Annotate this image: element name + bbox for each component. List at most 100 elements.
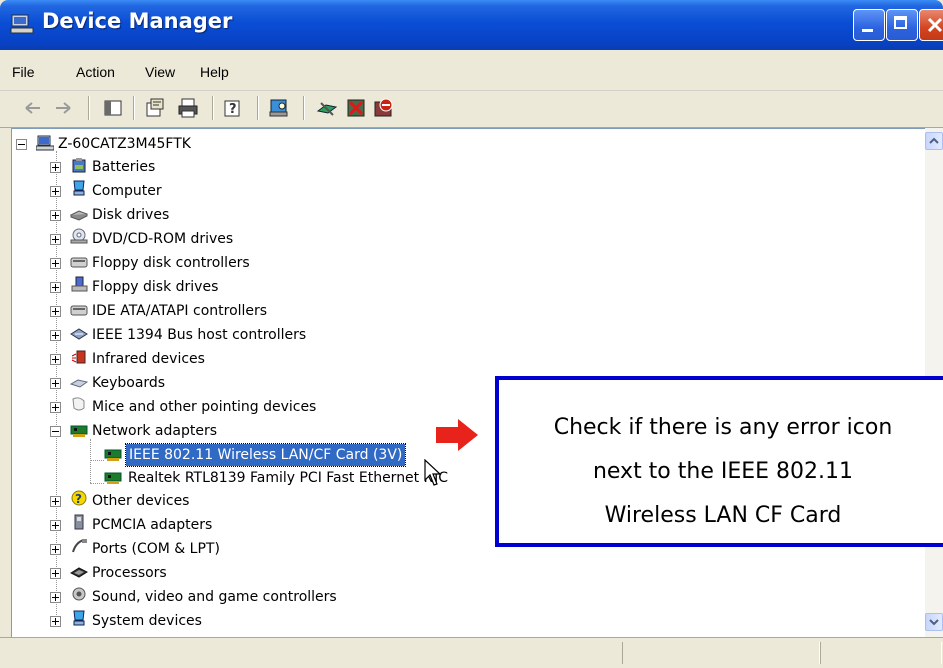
expand-toggle[interactable] [50, 210, 61, 221]
expand-toggle[interactable] [50, 234, 61, 245]
expand-toggle[interactable] [50, 592, 61, 603]
category-label: Keyboards [92, 375, 166, 391]
disk-drive-icon [70, 210, 88, 221]
scroll-up-button[interactable] [925, 132, 943, 150]
annotation-callout: Check if there is any error icon next to… [495, 376, 943, 547]
processor-icon [70, 567, 88, 578]
device-label-selected: IEEE 802.11 Wireless LAN/CF Card (3V) [124, 443, 407, 467]
toolbar-separator [212, 96, 214, 120]
toolbar: ? [0, 91, 943, 128]
category-label: PCMCIA adapters [92, 517, 213, 533]
menu-action[interactable]: Action [76, 64, 115, 80]
expand-toggle[interactable] [50, 354, 61, 365]
chevron-up-icon [929, 137, 939, 144]
minimize-button[interactable] [853, 9, 885, 41]
expand-toggle[interactable] [50, 306, 61, 317]
category-label: Infrared devices [92, 351, 205, 367]
svg-text:?: ? [75, 492, 82, 506]
tree-connector [90, 483, 104, 484]
help-icon[interactable]: ? [222, 97, 244, 119]
category-label: Ports (COM & LPT) [92, 541, 220, 557]
toolbar-separator [88, 96, 90, 120]
computer-name: Z-60CATZ3M45FTK [58, 136, 191, 152]
category-label: Mice and other pointing devices [92, 399, 317, 415]
computer-icon [10, 14, 34, 34]
expand-toggle[interactable] [50, 402, 61, 413]
expand-toggle[interactable] [50, 616, 61, 627]
expand-toggle[interactable] [50, 330, 61, 341]
mouse-cursor-icon [424, 459, 442, 486]
category-label: System devices [92, 613, 202, 629]
category-label: IEEE 1394 Bus host controllers [92, 327, 307, 343]
expand-toggle[interactable] [50, 568, 61, 579]
maximize-button[interactable] [886, 9, 918, 41]
category-label: Network adapters [92, 423, 217, 439]
category-label: Batteries [92, 159, 156, 175]
device-manager-window: Device Manager File Action View Help ? Z… [0, 0, 943, 668]
optical-drive-icon [70, 228, 88, 244]
status-panel [622, 642, 820, 664]
properties-icon[interactable] [144, 97, 166, 119]
keyboard-icon [70, 379, 88, 388]
computer-icon [36, 135, 54, 151]
category-label: Processors [92, 565, 167, 581]
port-icon [72, 539, 87, 553]
menu-help[interactable]: Help [200, 64, 229, 80]
category-label: Computer [92, 183, 162, 199]
close-button[interactable] [919, 9, 943, 41]
speaker-icon [72, 587, 86, 601]
window-title: Device Manager [42, 9, 233, 33]
title-bar[interactable]: Device Manager [0, 0, 943, 50]
toolbar-separator [303, 96, 305, 120]
expand-toggle[interactable] [50, 378, 61, 389]
category-label: DVD/CD-ROM drives [92, 231, 234, 247]
update-driver-icon[interactable] [316, 97, 338, 119]
expand-toggle[interactable] [50, 186, 61, 197]
callout-text: Check if there is any error icon next to… [553, 415, 893, 528]
uninstall-icon[interactable] [345, 97, 367, 119]
mouse-icon [72, 397, 85, 411]
battery-icon [72, 158, 86, 173]
scroll-down-button[interactable] [925, 613, 943, 631]
disable-icon[interactable] [372, 97, 394, 119]
maximize-icon [894, 16, 907, 29]
expand-toggle[interactable] [50, 258, 61, 269]
device-label: Realtek RTL8139 Family PCI Fast Ethernet… [128, 470, 448, 486]
status-bar [0, 637, 943, 668]
network-adapter-icon [104, 472, 122, 484]
infrared-icon [71, 350, 86, 364]
controller-icon [70, 257, 88, 268]
menu-file[interactable]: File [12, 64, 35, 80]
collapse-toggle[interactable] [50, 426, 61, 437]
menu-bar: File Action View Help [0, 50, 943, 91]
controller-icon [70, 305, 88, 316]
expand-toggle[interactable] [50, 496, 61, 507]
expand-toggle[interactable] [50, 544, 61, 555]
tree-connector [90, 439, 91, 483]
computer-icon [73, 180, 85, 196]
tree-connector [90, 460, 104, 461]
close-icon [927, 17, 943, 33]
network-adapter-icon [70, 425, 88, 437]
back-icon[interactable] [22, 97, 44, 119]
expand-toggle[interactable] [50, 520, 61, 531]
toolbar-separator [257, 96, 259, 120]
system-device-icon [73, 610, 85, 626]
category-label: Sound, video and game controllers [92, 589, 337, 605]
expand-toggle[interactable] [50, 282, 61, 293]
scan-hardware-icon[interactable] [268, 97, 290, 119]
floppy-drive-icon [71, 276, 88, 292]
forward-icon[interactable] [52, 97, 74, 119]
category-label: Other devices [92, 493, 190, 509]
category-label: Disk drives [92, 207, 170, 223]
firewire-icon [70, 328, 88, 340]
print-icon[interactable] [177, 97, 199, 119]
minimize-icon [862, 29, 873, 32]
network-adapter-icon [104, 449, 122, 461]
collapse-toggle[interactable] [16, 139, 27, 150]
category-label: IDE ATA/ATAPI controllers [92, 303, 268, 319]
show-hide-tree-icon[interactable] [102, 97, 124, 119]
expand-toggle[interactable] [50, 162, 61, 173]
pcmcia-icon [74, 514, 84, 530]
menu-view[interactable]: View [145, 64, 175, 80]
